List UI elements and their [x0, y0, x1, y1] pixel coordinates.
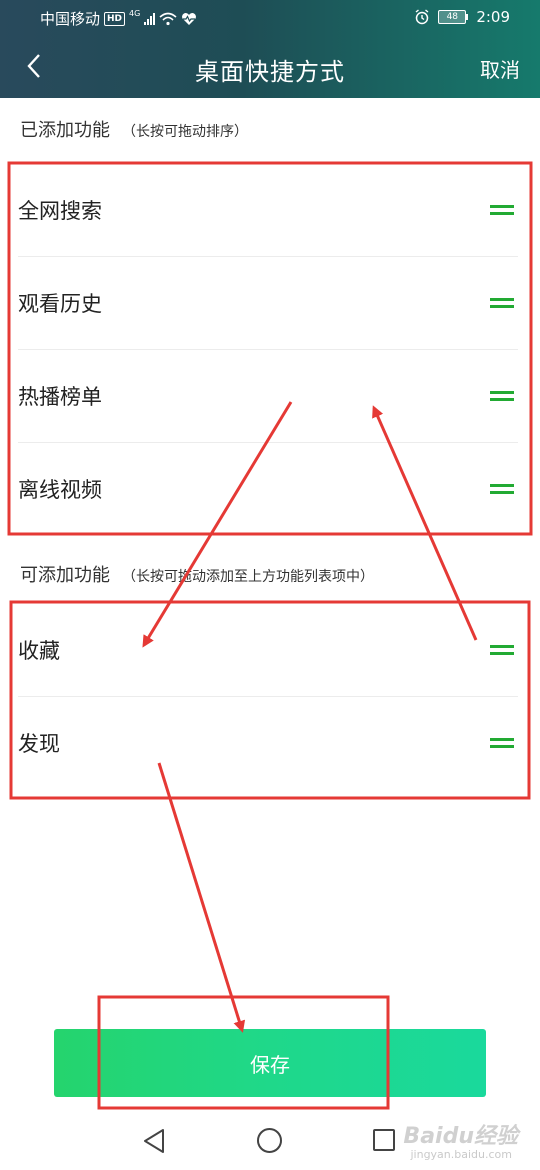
- system-home-icon[interactable]: [257, 1128, 282, 1153]
- top-bar: 中国移动 HD 4G 48 2:09 桌面快捷方式 取消: [0, 0, 540, 98]
- nav-bar: 桌面快捷方式 取消: [0, 36, 540, 98]
- list-item[interactable]: 发现: [0, 696, 540, 789]
- added-section-title: 已添加功能: [20, 120, 110, 141]
- added-section-hint: （长按可拖动排序）: [122, 124, 248, 140]
- status-left: 中国移动 HD 4G: [40, 8, 197, 29]
- list-item[interactable]: 热播榜单: [0, 349, 540, 442]
- battery-icon: 48: [438, 10, 469, 24]
- list-item-label: 全网搜索: [18, 198, 102, 223]
- cancel-button[interactable]: 取消: [480, 54, 520, 83]
- list-item[interactable]: 全网搜索: [0, 163, 540, 256]
- status-time: 2:09: [476, 8, 510, 26]
- available-section-title: 可添加功能: [20, 565, 110, 586]
- list-item-label: 离线视频: [18, 477, 102, 502]
- available-section-hint: （长按可拖动添加至上方功能列表项中）: [122, 569, 374, 585]
- status-bar: 中国移动 HD 4G 48 2:09: [0, 0, 540, 36]
- available-function-list: 收藏 发现: [0, 603, 540, 789]
- drag-handle-icon[interactable]: [490, 294, 514, 312]
- list-item[interactable]: 离线视频: [0, 442, 540, 535]
- drag-handle-icon[interactable]: [490, 480, 514, 498]
- watermark-url: jingyan.baidu.com: [410, 1148, 512, 1161]
- page-title: 桌面快捷方式: [195, 58, 345, 86]
- wifi-icon: [159, 12, 177, 25]
- carrier-name: 中国移动: [40, 10, 101, 28]
- available-section-header: 可添加功能 （长按可拖动添加至上方功能列表项中）: [20, 561, 374, 587]
- list-item[interactable]: 收藏: [0, 603, 540, 696]
- list-item-label: 热播榜单: [18, 384, 102, 409]
- network-badge: 4G: [129, 9, 141, 18]
- alarm-icon: [415, 9, 429, 25]
- list-item[interactable]: 观看历史: [0, 256, 540, 349]
- system-back-icon[interactable]: [142, 1128, 166, 1154]
- drag-handle-icon[interactable]: [490, 734, 514, 752]
- drag-handle-icon[interactable]: [490, 641, 514, 659]
- battery-level: 48: [438, 10, 467, 24]
- hd-badge: HD: [104, 11, 126, 26]
- save-button[interactable]: 保存: [54, 1029, 486, 1097]
- added-function-list: 全网搜索 观看历史 热播榜单 离线视频: [0, 163, 540, 535]
- drag-handle-icon[interactable]: [490, 201, 514, 219]
- list-item-label: 观看历史: [18, 291, 102, 316]
- status-right: 48 2:09: [414, 8, 510, 26]
- watermark: Baidu经验: [403, 1124, 518, 1149]
- added-section-header: 已添加功能 （长按可拖动排序）: [20, 116, 248, 142]
- drag-handle-icon[interactable]: [490, 387, 514, 405]
- list-item-label: 收藏: [18, 638, 60, 663]
- signal-icon: [144, 12, 156, 25]
- system-recent-apps-icon[interactable]: [373, 1129, 395, 1151]
- annotation-arrow-save: [157, 762, 246, 1033]
- heart-rate-icon: [182, 12, 197, 25]
- list-item-label: 发现: [18, 731, 60, 756]
